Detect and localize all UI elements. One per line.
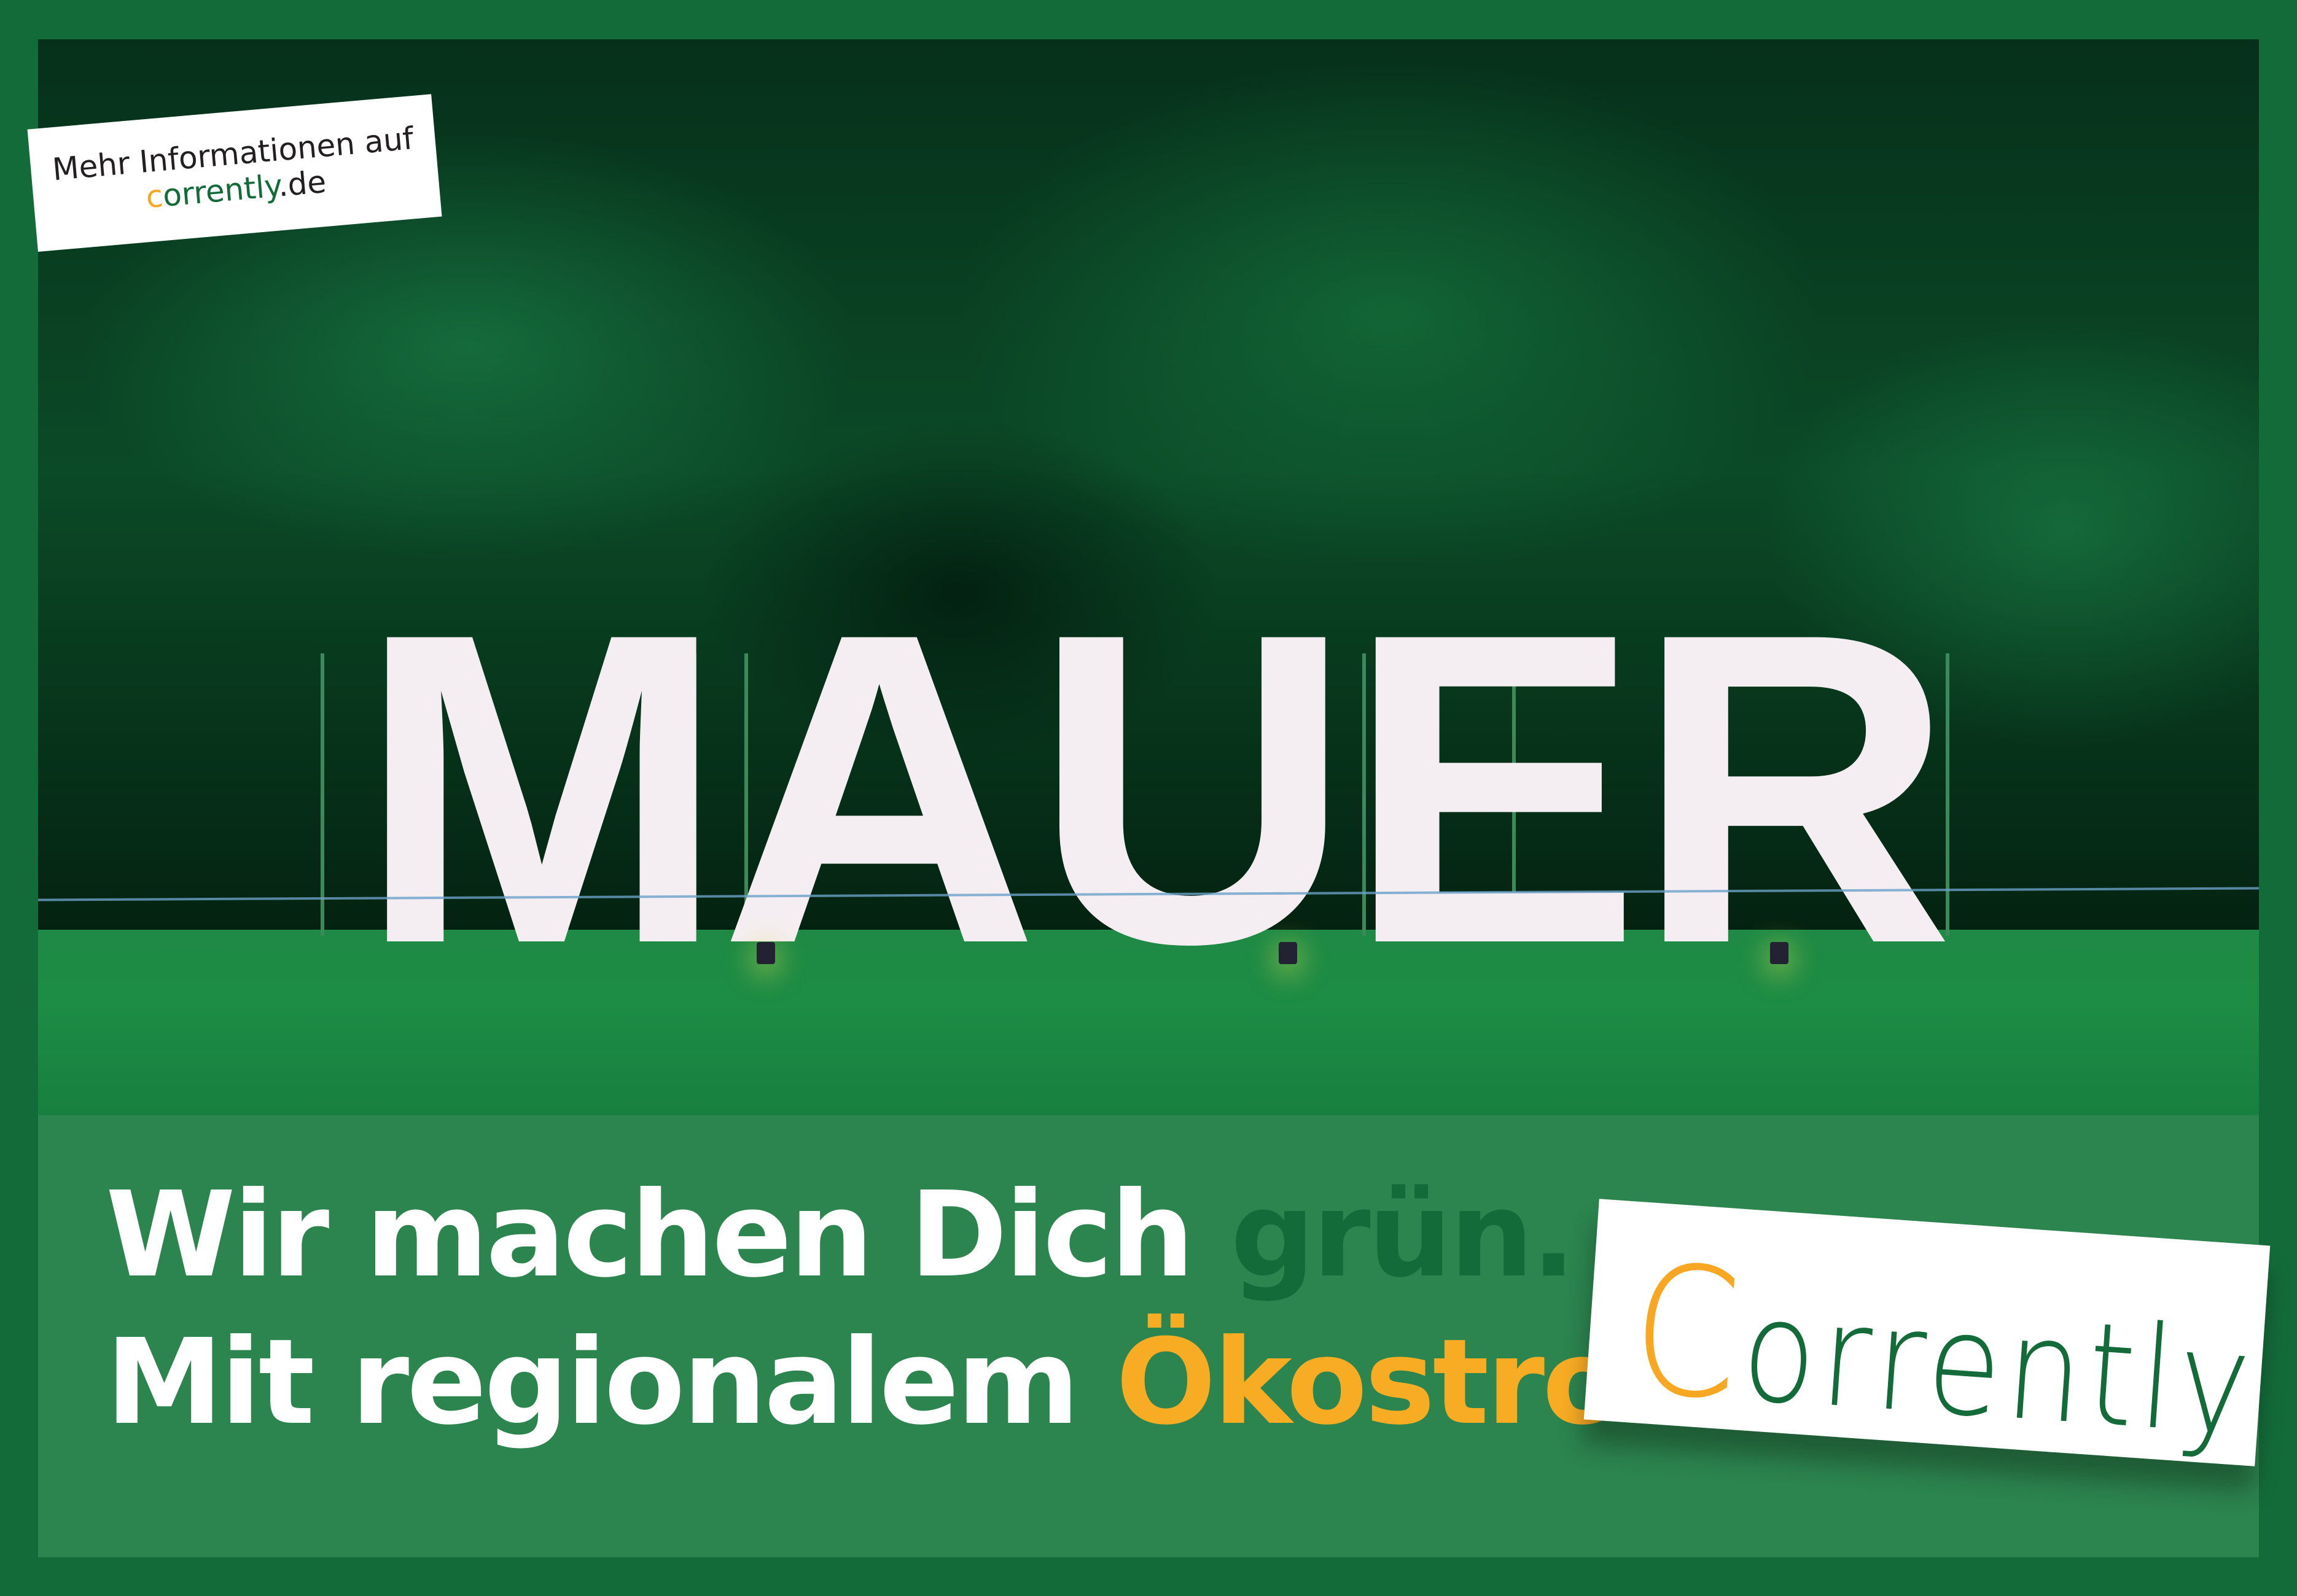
headline-text: Wir machen Dich <box>106 1167 1231 1304</box>
spotlight <box>757 942 775 964</box>
headline-line-2: Mit regionalem Ökostrom. <box>106 1314 1786 1451</box>
headline-text: Mit regionalem <box>106 1314 1116 1451</box>
logo-card: Corrently <box>1583 1199 2271 1468</box>
mauer-sign: MAUER <box>357 541 1954 1035</box>
spotlight <box>1770 942 1788 964</box>
domain-tld: .de <box>276 163 328 204</box>
headline-line-1: Wir machen Dich grün. <box>106 1167 1576 1304</box>
logo-c-plug-icon: C <box>1626 1226 1752 1441</box>
logo-text: orrently <box>1737 1268 2261 1468</box>
headline-accent: grün. <box>1230 1167 1576 1304</box>
spotlight <box>1279 942 1297 964</box>
corrently-logo: Corrently <box>1626 1226 2263 1476</box>
